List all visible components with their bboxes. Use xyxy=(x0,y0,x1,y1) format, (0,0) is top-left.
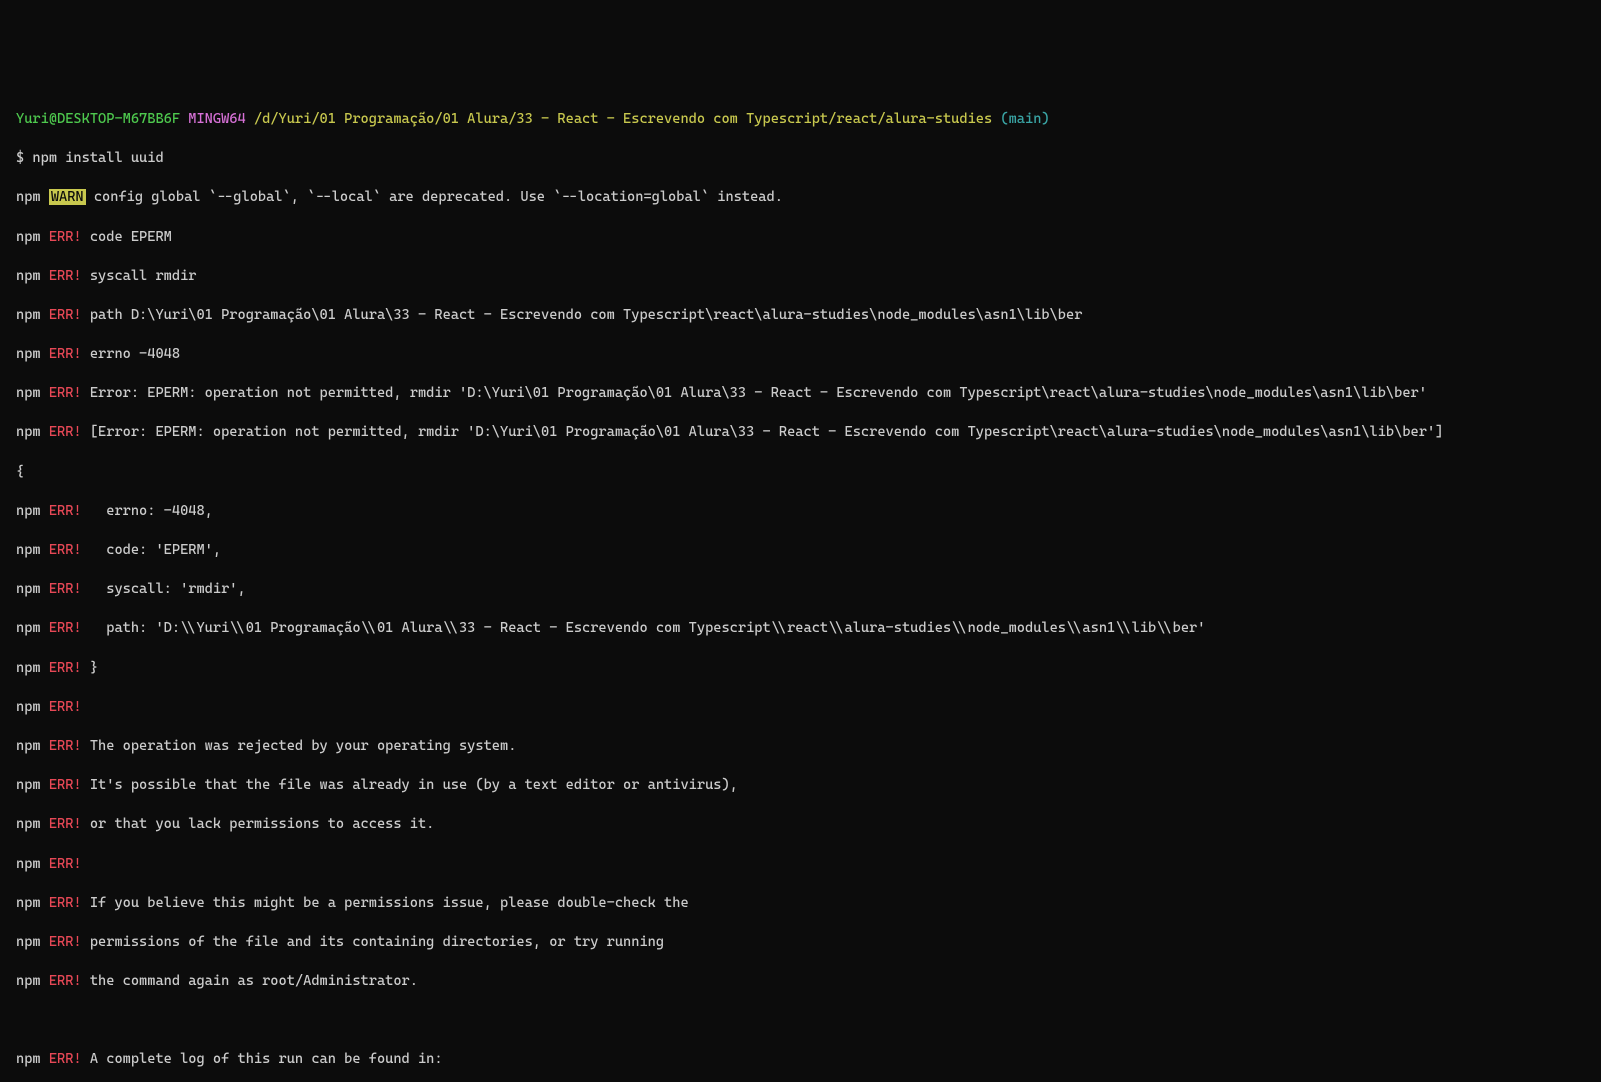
command-line: $ npm install uuid xyxy=(16,149,1585,169)
err-line: npm ERR! permissions of the file and its… xyxy=(16,933,1585,953)
err-tag: ERR! xyxy=(49,542,82,558)
npm-prefix: npm xyxy=(16,268,41,284)
warn-tag: WARN xyxy=(49,189,86,205)
err-tag: ERR! xyxy=(49,816,82,832)
err-msg: If you believe this might be a permissio… xyxy=(90,895,689,911)
err-line: npm ERR! xyxy=(16,855,1585,875)
err-tag: ERR! xyxy=(49,307,82,323)
err-tag: ERR! xyxy=(49,1051,82,1067)
warn-line: npm WARN config global `--global`, `--lo… xyxy=(16,188,1585,208)
err-tag: ERR! xyxy=(49,424,82,440)
err-line: npm ERR! errno: -4048, xyxy=(16,502,1585,522)
err-tag: ERR! xyxy=(49,503,82,519)
npm-prefix: npm xyxy=(16,973,41,989)
warn-msg: `--global`, `--local` are deprecated. Us… xyxy=(200,189,782,205)
err-msg: A complete log of this run can be found … xyxy=(90,1051,443,1067)
err-msg: syscall rmdir xyxy=(90,268,197,284)
prompt-symbol: $ xyxy=(16,150,24,166)
err-tag: ERR! xyxy=(49,346,82,362)
err-tag: ERR! xyxy=(49,895,82,911)
err-msg: errno: -4048, xyxy=(90,503,213,519)
npm-prefix: npm xyxy=(16,1051,41,1067)
err-tag: ERR! xyxy=(49,738,82,754)
err-tag: ERR! xyxy=(49,934,82,950)
err-line: npm ERR! syscall: 'rmdir', xyxy=(16,580,1585,600)
npm-prefix: npm xyxy=(16,699,41,715)
terminal-output[interactable]: Yuri@DESKTOP-M67BB6F MINGW64 /d/Yuri/01 … xyxy=(16,90,1585,1082)
err-tag: ERR! xyxy=(49,660,82,676)
npm-prefix: npm xyxy=(16,934,41,950)
brace-line: { xyxy=(16,463,1585,483)
err-line: npm ERR! the command again as root/Admin… xyxy=(16,972,1585,992)
err-tag: ERR! xyxy=(49,777,82,793)
err-msg: } xyxy=(90,660,98,676)
npm-prefix: npm xyxy=(16,424,41,440)
err-line: npm ERR! or that you lack permissions to… xyxy=(16,815,1585,835)
npm-prefix: npm xyxy=(16,816,41,832)
err-msg: errno -4048 xyxy=(90,346,180,362)
err-line: npm ERR! xyxy=(16,698,1585,718)
npm-prefix: npm xyxy=(16,777,41,793)
err-line: npm ERR! syscall rmdir xyxy=(16,267,1585,287)
brace-open: { xyxy=(16,464,24,480)
err-tag: ERR! xyxy=(49,229,82,245)
err-line: npm ERR! A complete log of this run can … xyxy=(16,1050,1585,1070)
prompt-cwd: /d/Yuri/01 Programação/01 Alura/33 - Rea… xyxy=(254,111,992,127)
err-line: npm ERR! It's possible that the file was… xyxy=(16,776,1585,796)
config-label: config xyxy=(94,189,143,205)
err-tag: ERR! xyxy=(49,699,82,715)
err-line: npm ERR! path: 'D:\\Yuri\\01 Programação… xyxy=(16,619,1585,639)
npm-prefix: npm xyxy=(16,385,41,401)
err-msg: code EPERM xyxy=(90,229,172,245)
blank-line xyxy=(16,1011,1585,1031)
npm-prefix: npm xyxy=(16,660,41,676)
err-tag: ERR! xyxy=(49,973,82,989)
npm-prefix: npm xyxy=(16,307,41,323)
err-tag: ERR! xyxy=(49,856,82,872)
prompt-user: Yuri@DESKTOP-M67BB6F xyxy=(16,111,180,127)
err-line: npm ERR! code: 'EPERM', xyxy=(16,541,1585,561)
global-label: global xyxy=(151,189,200,205)
err-tag: ERR! xyxy=(49,385,82,401)
err-line: npm ERR! If you believe this might be a … xyxy=(16,894,1585,914)
npm-prefix: npm xyxy=(16,189,41,205)
err-msg: It's possible that the file was already … xyxy=(90,777,738,793)
command-text: npm install uuid xyxy=(32,150,163,166)
err-msg: [Error: EPERM: operation not permitted, … xyxy=(82,424,1444,440)
npm-prefix: npm xyxy=(16,229,41,245)
err-msg: path: 'D:\\Yuri\\01 Programação\\01 Alur… xyxy=(90,620,1206,636)
err-line: npm ERR! errno -4048 xyxy=(16,345,1585,365)
prompt-line: Yuri@DESKTOP-M67BB6F MINGW64 /d/Yuri/01 … xyxy=(16,110,1585,130)
err-msg: syscall: 'rmdir', xyxy=(90,581,246,597)
npm-prefix: npm xyxy=(16,503,41,519)
err-msg: path D:\Yuri\01 Programação\01 Alura\33 … xyxy=(90,307,1083,323)
err-line: npm ERR! code EPERM xyxy=(16,228,1585,248)
err-msg: or that you lack permissions to access i… xyxy=(90,816,435,832)
prompt-branch: (main) xyxy=(1000,111,1049,127)
err-line: npm ERR! Error: EPERM: operation not per… xyxy=(16,384,1585,404)
err-msg: The operation was rejected by your opera… xyxy=(90,738,517,754)
err-msg: Error: EPERM: operation not permitted, r… xyxy=(90,385,1427,401)
npm-prefix: npm xyxy=(16,581,41,597)
err-line: npm ERR! [Error: EPERM: operation not pe… xyxy=(16,423,1585,443)
err-tag: ERR! xyxy=(49,620,82,636)
err-line: npm ERR! } xyxy=(16,659,1585,679)
err-msg: the command again as root/Administrator. xyxy=(90,973,418,989)
err-line: npm ERR! path D:\Yuri\01 Programação\01 … xyxy=(16,306,1585,326)
err-msg: permissions of the file and its containi… xyxy=(90,934,664,950)
npm-prefix: npm xyxy=(16,346,41,362)
err-tag: ERR! xyxy=(49,581,82,597)
err-tag: ERR! xyxy=(49,268,82,284)
npm-prefix: npm xyxy=(16,542,41,558)
npm-prefix: npm xyxy=(16,738,41,754)
prompt-env: MINGW64 xyxy=(188,111,245,127)
npm-prefix: npm xyxy=(16,620,41,636)
npm-prefix: npm xyxy=(16,895,41,911)
err-line: npm ERR! The operation was rejected by y… xyxy=(16,737,1585,757)
npm-prefix: npm xyxy=(16,856,41,872)
err-msg: code: 'EPERM', xyxy=(90,542,221,558)
